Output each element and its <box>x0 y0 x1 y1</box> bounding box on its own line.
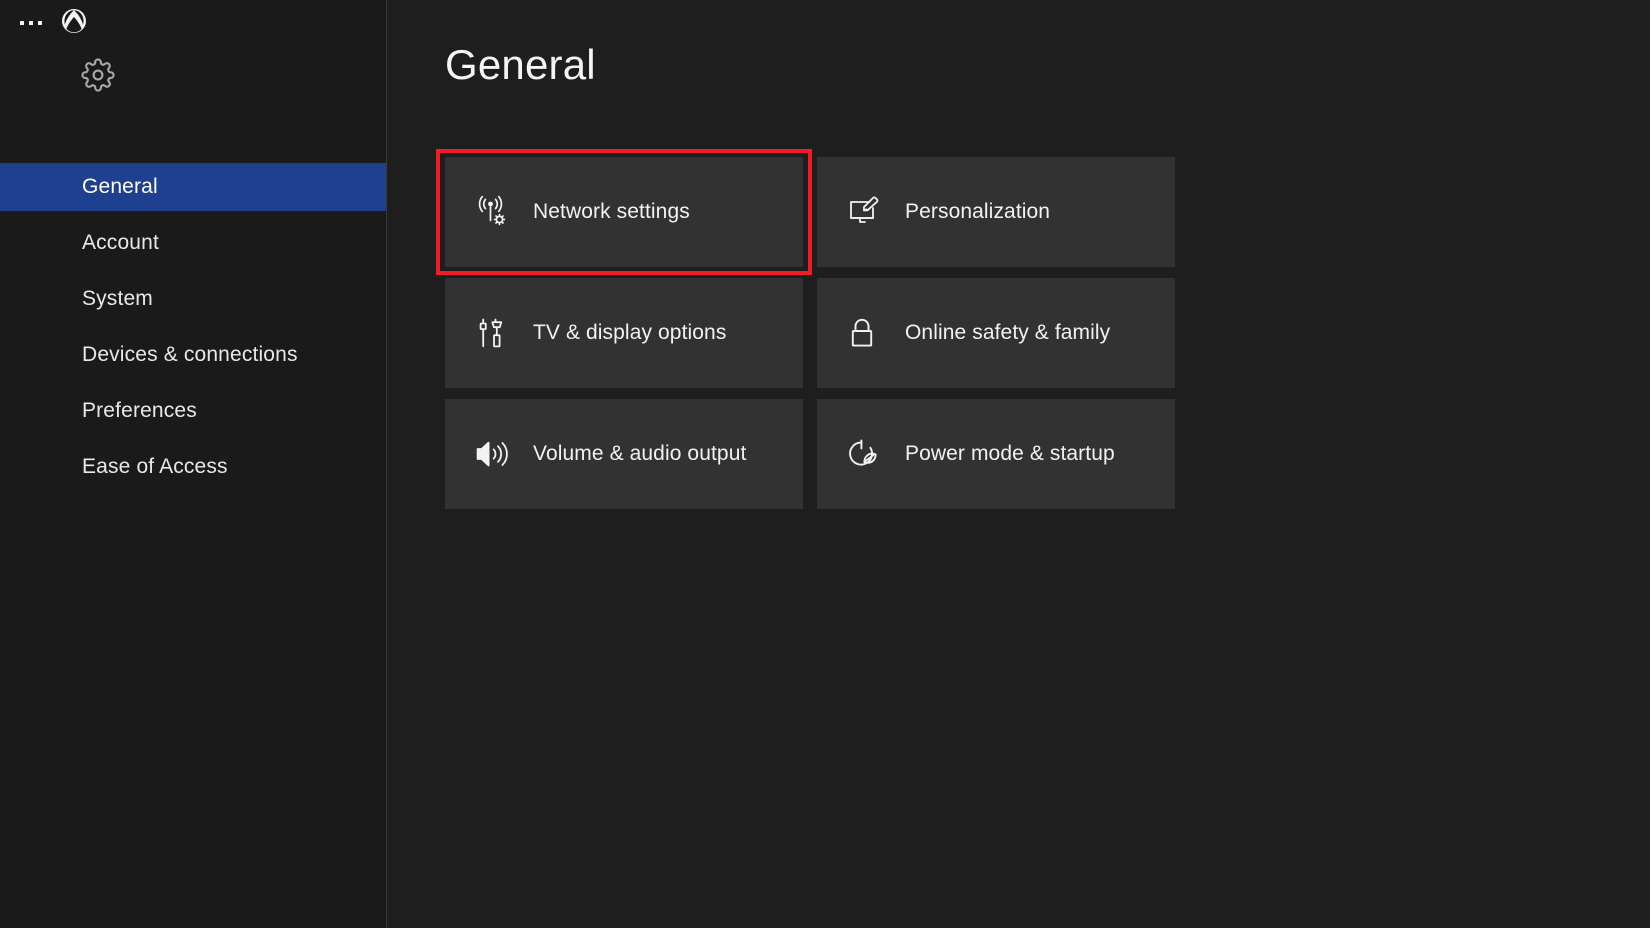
sidebar-item-account[interactable]: Account <box>0 219 387 267</box>
wireless-network-gear-icon <box>475 192 515 232</box>
tile-online-safety-family[interactable]: Online safety & family <box>817 278 1175 388</box>
sidebar-item-general[interactable]: General <box>0 163 387 211</box>
sidebar-nav: General Account System Devices & connect… <box>0 163 387 499</box>
hdmi-cables-icon <box>475 313 515 353</box>
sidebar-item-label: Devices & connections <box>82 343 298 366</box>
sidebar-topbar <box>0 0 387 92</box>
xbox-settings-window: General Account System Devices & connect… <box>0 0 1650 928</box>
xbox-logo-icon[interactable] <box>61 8 87 34</box>
tile-volume-audio-output[interactable]: Volume & audio output <box>445 399 803 509</box>
tile-personalization[interactable]: Personalization <box>817 157 1175 267</box>
sidebar-item-system[interactable]: System <box>0 275 387 323</box>
sidebar-item-label: Account <box>82 231 159 254</box>
page-title: General <box>445 41 596 88</box>
sidebar-item-label: Preferences <box>82 399 197 422</box>
speaker-waves-icon <box>475 434 515 474</box>
sidebar-item-label: General <box>82 175 158 198</box>
tile-label: Personalization <box>905 200 1051 223</box>
power-leaf-icon <box>847 434 887 474</box>
tile-label: Network settings <box>533 200 690 223</box>
monitor-paintbrush-icon <box>847 192 887 232</box>
tile-label: Power mode & startup <box>905 442 1115 465</box>
tile-label: Online safety & family <box>905 321 1111 344</box>
sidebar: General Account System Devices & connect… <box>0 0 387 928</box>
main-content: General Network settings Personalization… <box>387 0 1650 928</box>
padlock-icon <box>847 313 887 353</box>
overflow-menu-icon[interactable] <box>12 13 50 33</box>
sidebar-item-devices-connections[interactable]: Devices & connections <box>0 331 387 379</box>
tile-power-mode-startup[interactable]: Power mode & startup <box>817 399 1175 509</box>
sidebar-item-ease-of-access[interactable]: Ease of Access <box>0 443 387 491</box>
ellipsis-dot <box>20 21 24 25</box>
sidebar-item-preferences[interactable]: Preferences <box>0 387 387 435</box>
ellipsis-dot <box>38 21 42 25</box>
tile-tv-display-options[interactable]: TV & display options <box>445 278 803 388</box>
tile-network-settings[interactable]: Network settings <box>436 149 812 275</box>
tile-label: TV & display options <box>533 321 727 344</box>
gear-icon[interactable] <box>81 58 115 92</box>
tile-label: Volume & audio output <box>533 442 747 465</box>
sidebar-item-label: Ease of Access <box>82 455 228 478</box>
ellipsis-dot <box>29 21 33 25</box>
sidebar-item-label: System <box>82 287 153 310</box>
settings-tile-grid: Network settings Personalization TV & di… <box>436 149 1175 509</box>
